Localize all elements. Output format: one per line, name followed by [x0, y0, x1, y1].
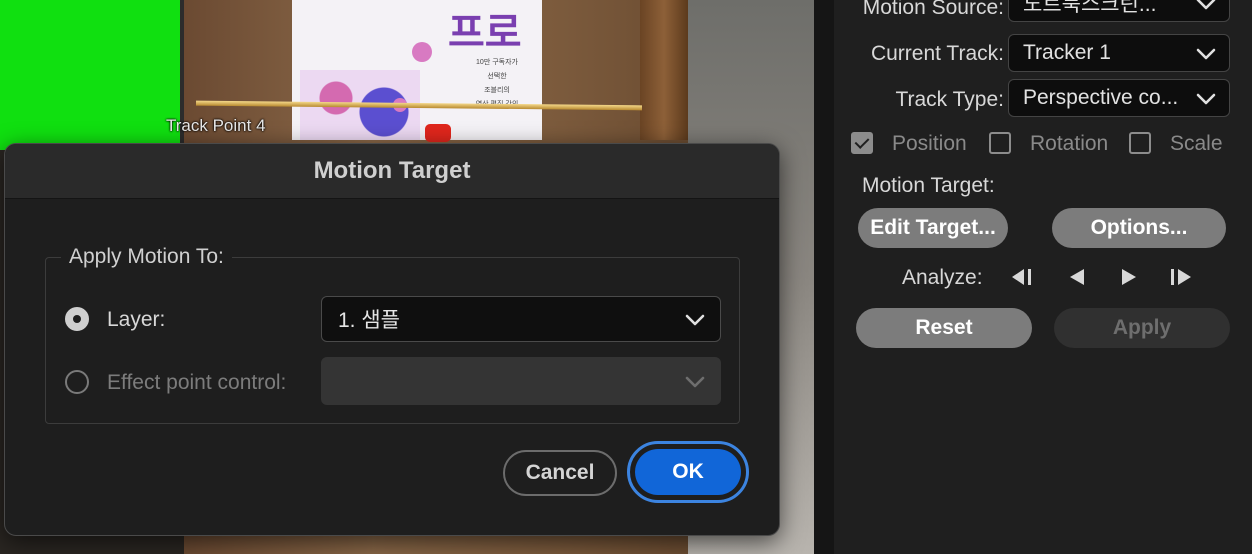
- effect-point-control-select: [321, 357, 721, 405]
- edit-target-button[interactable]: Edit Target...: [858, 208, 1008, 248]
- apply-button: Apply: [1054, 308, 1230, 348]
- layer-select-value: 1. 샘플: [338, 309, 400, 332]
- motion-source-dropdown[interactable]: 노트북스크린...: [1008, 0, 1230, 22]
- motion-source-value: 노트북스크린...: [1023, 0, 1157, 16]
- tracker-panel: Motion Source: 노트북스크린... Current Track: …: [834, 0, 1252, 554]
- chevron-down-icon: [1196, 48, 1216, 60]
- shelf-post: [640, 0, 688, 140]
- current-track-label: Current Track:: [870, 42, 1004, 65]
- analyze-label: Analyze:: [902, 266, 983, 289]
- motion-source-label: Motion Source:: [862, 0, 1004, 19]
- scale-checkbox-label: Scale: [1170, 132, 1223, 155]
- play-forward-icon[interactable]: [1114, 265, 1142, 289]
- youtube-logo: [425, 124, 451, 142]
- position-checkbox[interactable]: [851, 132, 873, 154]
- ok-button[interactable]: OK: [635, 449, 741, 495]
- chevron-down-icon: [1196, 93, 1216, 105]
- green-screen-area: [0, 0, 182, 150]
- current-track-value: Tracker 1: [1023, 41, 1111, 64]
- motion-target-dialog: Motion Target Apply Motion To: Layer: 1.…: [4, 143, 780, 536]
- chevron-down-icon: [685, 376, 705, 388]
- motion-target-label: Motion Target:: [862, 174, 995, 197]
- effect-point-control-label: Effect point control:: [107, 371, 287, 394]
- rotation-checkbox-label: Rotation: [1030, 132, 1109, 155]
- options-button[interactable]: Options...: [1052, 208, 1226, 248]
- position-checkbox-label: Position: [892, 132, 967, 155]
- track-point-label[interactable]: Track Point 4: [166, 116, 266, 136]
- dialog-titlebar[interactable]: Motion Target: [5, 144, 779, 199]
- play-backward-icon[interactable]: [1064, 265, 1092, 289]
- book-decoration: [412, 42, 432, 62]
- layer-select[interactable]: 1. 샘플: [321, 296, 721, 342]
- scale-checkbox[interactable]: [1129, 132, 1151, 154]
- chevron-down-icon: [685, 314, 705, 326]
- book-title: 프로: [448, 11, 522, 55]
- step-forward-all-icon[interactable]: [1166, 265, 1194, 289]
- chevron-down-icon: [1196, 0, 1216, 10]
- rotation-checkbox[interactable]: [989, 132, 1011, 154]
- dialog-title: Motion Target: [313, 157, 471, 184]
- current-track-dropdown[interactable]: Tracker 1: [1008, 34, 1230, 72]
- reset-button[interactable]: Reset: [856, 308, 1032, 348]
- panel-divider: [814, 0, 834, 554]
- layer-radio[interactable]: [65, 307, 89, 331]
- layer-radio-label[interactable]: Layer:: [107, 308, 165, 332]
- track-type-value: Perspective co...: [1023, 86, 1179, 109]
- apply-motion-group-label: Apply Motion To:: [61, 245, 232, 269]
- step-back-all-icon[interactable]: [1010, 265, 1038, 289]
- cancel-button[interactable]: Cancel: [503, 450, 617, 496]
- effect-point-control-radio[interactable]: [65, 370, 89, 394]
- track-type-dropdown[interactable]: Perspective co...: [1008, 79, 1230, 117]
- track-type-label: Track Type:: [895, 88, 1004, 111]
